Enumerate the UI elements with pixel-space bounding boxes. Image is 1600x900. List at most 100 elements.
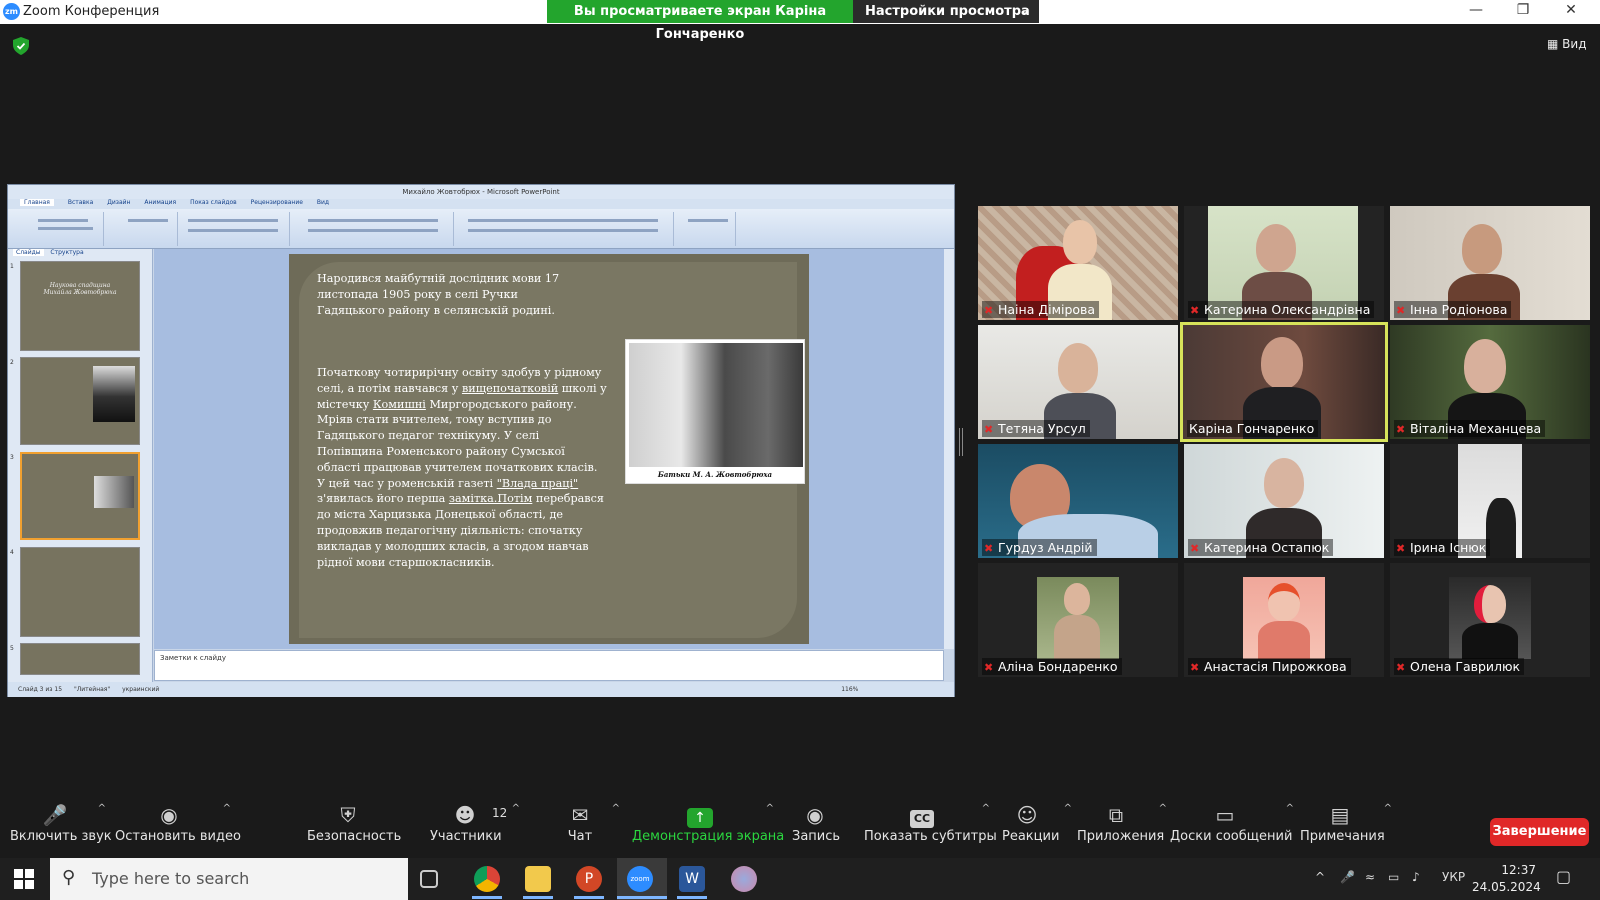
muted-mic-icon: ✖ — [1190, 661, 1200, 674]
chevron-up-icon[interactable]: ^ — [1384, 803, 1392, 814]
view-settings-button[interactable]: Настройки просмотра ⌄ — [853, 0, 1039, 23]
parents-photo: Батьки М. А. Жовтобрюха — [625, 339, 805, 484]
muted-mic-icon: ✖ — [984, 542, 994, 555]
status-theme: "Литейная" — [73, 686, 111, 693]
zoom-taskbar-icon[interactable]: zoom — [627, 866, 653, 892]
window-titlebar: zm Zoom Конференция Вы просматриваете эк… — [0, 0, 1600, 42]
minimize-icon[interactable]: — — [1461, 2, 1491, 18]
paint-icon[interactable] — [731, 866, 757, 892]
whiteboard-icon: ▭ — [1215, 803, 1235, 827]
participant-tile[interactable]: ✖ Катерина Остапюк — [1184, 444, 1384, 558]
microphone-tray-icon[interactable]: 🎤 — [1340, 870, 1355, 884]
slide-paragraph-birth: Народився майбутній дослідник мови 17 ли… — [317, 272, 560, 317]
windows-taskbar: ⚲ Type here to search P zoom W ^ 🎤 ≈ ▭ ♪… — [0, 858, 1600, 900]
participant-tile[interactable]: ✖ Гурдуз Андрій — [978, 444, 1178, 558]
participant-tile[interactable]: ✖ Катерина Олександрівна — [1184, 206, 1384, 320]
encryption-shield-icon[interactable] — [13, 37, 29, 55]
unmute-button[interactable]: 🎤 Включить звук ^ — [10, 797, 112, 857]
show-hidden-icons-chevron[interactable]: ^ — [1315, 870, 1325, 884]
stop-video-button[interactable]: ◉ Остановить видео ^ — [115, 797, 241, 857]
view-button[interactable]: ▦ Вид — [1547, 37, 1587, 51]
slide-thumbnail[interactable] — [20, 643, 140, 675]
people-icon: ☻ — [454, 803, 476, 827]
record-button[interactable]: ◉ Запись — [792, 797, 840, 857]
chevron-up-icon[interactable]: ^ — [612, 803, 620, 814]
battery-icon[interactable]: ▭ — [1388, 870, 1399, 884]
video-camera-icon: ◉ — [160, 803, 178, 827]
notifications-icon[interactable]: ▢ — [1556, 867, 1571, 886]
app-title: Zoom Конференция — [23, 4, 160, 19]
grid-view-icon: ▦ — [1547, 37, 1559, 51]
vertical-scrollbar[interactable] — [944, 249, 954, 649]
volume-icon[interactable]: ♪ — [1412, 870, 1420, 884]
shield-icon: ⛨ — [340, 803, 356, 827]
chevron-up-icon[interactable]: ^ — [1286, 803, 1294, 814]
slide-thumbnail[interactable]: Наукова спадщина Михайла Жовтобрюха — [20, 261, 140, 351]
network-icon[interactable]: ≈ — [1365, 870, 1375, 884]
notes-field[interactable]: Заметки к слайду — [154, 650, 944, 681]
participants-count: 12 — [492, 806, 508, 820]
chevron-up-icon[interactable]: ^ — [1064, 803, 1072, 814]
participant-tile[interactable]: ✖ Тетяна Урсул — [978, 325, 1178, 439]
participant-tile[interactable]: ✖ Віталіна Механцева — [1390, 325, 1590, 439]
participant-tile[interactable]: ✖ Аліна Бондаренко — [978, 563, 1178, 677]
slide-panel-tabs: Слайды Структура — [8, 249, 152, 259]
file-explorer-icon[interactable] — [525, 866, 551, 892]
slide-thumbnail[interactable] — [20, 357, 140, 445]
muted-mic-icon: ✖ — [1190, 304, 1200, 317]
participant-tile[interactable]: ✖ Інна Родіонова — [1390, 206, 1590, 320]
zoom-logo-icon: zm — [3, 3, 20, 20]
chevron-up-icon[interactable]: ^ — [766, 803, 774, 814]
resize-handle[interactable] — [959, 428, 963, 456]
muted-mic-icon: ✖ — [984, 304, 994, 317]
muted-mic-icon: ✖ — [1396, 304, 1406, 317]
chevron-up-icon[interactable]: ^ — [98, 803, 106, 814]
reactions-button[interactable]: ☺ Реакции ^ — [1002, 797, 1072, 857]
taskbar-search-input[interactable]: ⚲ Type here to search — [50, 858, 408, 900]
word-icon[interactable]: W — [679, 866, 705, 892]
muted-mic-icon: ✖ — [1396, 542, 1406, 555]
participant-tile[interactable]: ✖ Олена Гаврилюк — [1390, 563, 1590, 677]
share-banner: Вы просматриваете экран Каріна Гончаренк… — [547, 0, 853, 42]
taskbar-clock[interactable]: 12:37 24.05.2024 — [1472, 862, 1541, 896]
restore-icon[interactable]: ❐ — [1508, 2, 1538, 18]
closed-captions-icon: CC — [864, 801, 980, 829]
slide-thumbnail[interactable] — [20, 547, 140, 637]
ppt-window-title: Михайло Жовтобрюх - Microsoft PowerPoint — [8, 185, 954, 199]
chat-button[interactable]: ✉ Чат ^ — [560, 797, 620, 857]
captions-button[interactable]: CC Показать субтитры ^ — [864, 797, 997, 857]
participant-name: Катерина Остапюк — [1204, 540, 1330, 555]
ppt-slide-panel[interactable]: Слайды Структура 1 Наукова спадщина Миха… — [8, 249, 153, 682]
chevron-up-icon[interactable]: ^ — [1159, 803, 1167, 814]
share-screen-button[interactable]: ↑ Демонстрация экрана ^ — [632, 797, 784, 857]
chevron-up-icon[interactable]: ^ — [223, 803, 231, 814]
input-language[interactable]: УКР — [1442, 870, 1465, 884]
muted-mic-icon: ✖ — [984, 661, 994, 674]
clock-time: 12:37 — [1501, 863, 1536, 877]
windows-start-icon[interactable] — [14, 869, 34, 889]
tab-slides[interactable]: Слайды — [13, 249, 44, 256]
whiteboards-button[interactable]: ▭ Доски сообщений ^ — [1170, 797, 1294, 857]
participant-tile-active-speaker[interactable]: Каріна Гончаренко — [1180, 322, 1388, 442]
participant-tile[interactable]: ✖ Анастасія Пирожкова — [1184, 563, 1384, 677]
participant-tile[interactable]: ✖ Ірина Існюк — [1390, 444, 1590, 558]
security-button[interactable]: ⛨ Безопасность — [307, 797, 401, 857]
chrome-icon[interactable] — [474, 866, 500, 892]
slide-thumbnail-selected[interactable] — [20, 452, 140, 540]
ppt-tab: Анимация — [144, 199, 177, 206]
task-view-icon[interactable] — [420, 870, 438, 888]
notes-button[interactable]: ▤ Примечания ^ — [1300, 797, 1392, 857]
chevron-up-icon[interactable]: ^ — [982, 803, 990, 814]
end-meeting-button[interactable]: Завершение — [1490, 818, 1589, 846]
powerpoint-icon[interactable]: P — [576, 866, 602, 892]
chevron-up-icon[interactable]: ^ — [512, 803, 520, 814]
apps-button[interactable]: ⧉ Приложения ^ — [1077, 797, 1167, 857]
close-icon[interactable]: ✕ — [1556, 2, 1586, 18]
participant-tile[interactable]: ✖ Наіна Дімірова — [978, 206, 1178, 320]
tab-outline[interactable]: Структура — [50, 249, 83, 256]
ppt-ribbon-tabs: Главная Вставка Дизайн Анимация Показ сл… — [8, 199, 954, 209]
muted-mic-icon: ✖ — [984, 423, 994, 436]
participants-button[interactable]: ☻ 12 Участники ^ — [430, 797, 520, 857]
share-arrow-icon: ↑ — [632, 801, 768, 829]
current-slide: Народився майбутній дослідник мови 17 ли… — [289, 254, 809, 644]
